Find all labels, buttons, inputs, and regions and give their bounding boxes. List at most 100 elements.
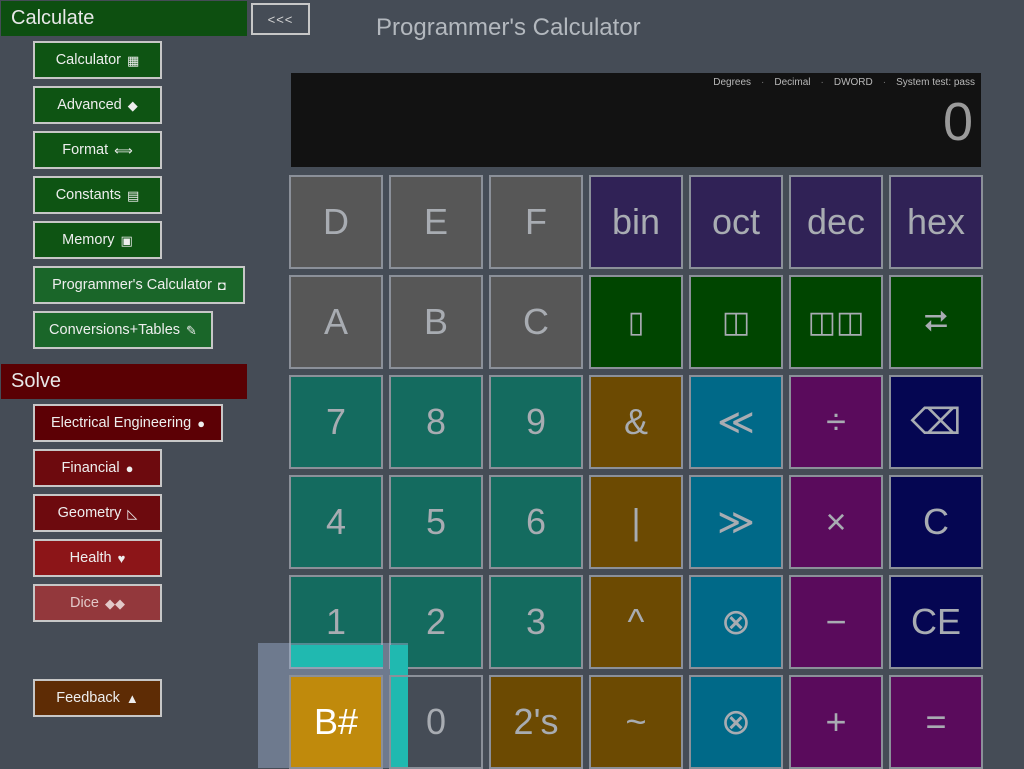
key-twos-complement[interactable]: 2's (489, 675, 583, 769)
key-hex-b[interactable]: B (389, 275, 483, 369)
nav-dice-label: Dice (69, 595, 99, 611)
byte-size-icon: ▯ (627, 305, 645, 339)
nav-format-button[interactable]: Format ⟺ (33, 131, 162, 169)
feedback-button[interactable]: Feedback ▲ (33, 679, 162, 717)
key-digit-9[interactable]: 9 (489, 375, 583, 469)
status-number-base[interactable]: Decimal (774, 77, 810, 88)
nav-constants-label: Constants (55, 187, 121, 203)
nav-financial-button[interactable]: Financial ● (33, 449, 162, 487)
nav-health-button[interactable]: Health ♥ (33, 539, 162, 577)
key-hex-e[interactable]: E (389, 175, 483, 269)
status-bar: Degrees · Decimal · DWORD · System test:… (713, 77, 975, 88)
feedback-label: Feedback (56, 690, 120, 706)
key-clear[interactable]: C (889, 475, 983, 569)
nav-memory-label: Memory (62, 232, 115, 248)
nav-advanced-label: Advanced (57, 97, 122, 113)
key-divide[interactable]: ÷ (789, 375, 883, 469)
calculate-section-header[interactable]: Calculate (1, 1, 247, 36)
nav-advanced-button[interactable]: Advanced ◆ (33, 86, 162, 124)
key-xor[interactable]: ^ (589, 575, 683, 669)
key-shift-left[interactable]: ≪ (689, 375, 783, 469)
status-separator: · (761, 77, 765, 88)
nav-conversions-tables-label: Conversions+Tables (49, 322, 181, 338)
nav-programmers-calculator-button[interactable]: Programmer's Calculator ◘ (33, 266, 245, 304)
left-right-arrow-icon: ⟺ (114, 142, 133, 158)
key-multiply[interactable]: × (789, 475, 883, 569)
focus-highlight-bar (291, 645, 383, 667)
word-size-icon: ◫ (721, 305, 751, 339)
key-decimal-mode[interactable]: dec (789, 175, 883, 269)
nav-electrical-engineering-label: Electrical Engineering (50, 415, 192, 431)
key-byte-size[interactable]: ▯ (589, 275, 683, 369)
key-octal-mode[interactable]: oct (689, 175, 783, 269)
backspace-icon: ⌫ (910, 401, 962, 442)
nav-electrical-engineering-button[interactable]: Electrical Engineering ● (33, 404, 223, 442)
nav-geometry-label: Geometry (57, 505, 122, 521)
person-icon: ▲ (125, 690, 139, 706)
solve-section-header[interactable]: Solve (1, 364, 247, 399)
key-not[interactable]: ~ (589, 675, 683, 769)
display-value: 0 (942, 92, 973, 152)
key-hex-d[interactable]: D (289, 175, 383, 269)
key-backspace[interactable]: ⌫ (889, 375, 983, 469)
key-add[interactable]: + (789, 675, 883, 769)
memory-card-icon: ▣ (120, 232, 133, 248)
set-square-icon: ◺ (127, 505, 138, 521)
nav-dice-button[interactable]: Dice ◆◆ (33, 584, 162, 622)
status-angle-mode[interactable]: Degrees (713, 77, 751, 88)
nav-memory-button[interactable]: Memory ▣ (33, 221, 162, 259)
key-digit-8[interactable]: 8 (389, 375, 483, 469)
key-rotate-right[interactable]: ⊗ (689, 675, 783, 769)
key-word-size[interactable]: ◫ (689, 275, 783, 369)
key-digit-0[interactable]: 0 (389, 675, 483, 769)
back-button[interactable]: <<< (251, 3, 310, 35)
page-title: Programmer's Calculator (376, 14, 641, 41)
key-digit-3[interactable]: 3 (489, 575, 583, 669)
key-hex-a[interactable]: A (289, 275, 383, 369)
key-swap[interactable]: ⮂ (889, 275, 983, 369)
nav-programmers-calculator-label: Programmer's Calculator (52, 277, 213, 293)
calculator-icon: ▦ (126, 52, 140, 68)
key-hexadecimal-mode[interactable]: hex (889, 175, 983, 269)
status-system-test: System test: pass (896, 77, 975, 88)
nav-conversions-tables-button[interactable]: Conversions+Tables ✎ (33, 311, 213, 349)
nav-geometry-button[interactable]: Geometry ◺ (33, 494, 162, 532)
rotate-right-icon: ⊗ (720, 701, 752, 742)
nav-calculator-button[interactable]: Calculator ▦ (33, 41, 162, 79)
key-binary-mode[interactable]: bin (589, 175, 683, 269)
key-digit-6[interactable]: 6 (489, 475, 583, 569)
key-equals[interactable]: = (889, 675, 983, 769)
status-word-size[interactable]: DWORD (834, 77, 873, 88)
nav-calculator-label: Calculator (55, 52, 121, 68)
key-digit-5[interactable]: 5 (389, 475, 483, 569)
nav-constants-button[interactable]: Constants ▤ (33, 176, 162, 214)
key-shift-right[interactable]: ≫ (689, 475, 783, 569)
pencil-icon: ✎ (186, 322, 197, 338)
heart-icon: ♥ (117, 550, 126, 566)
status-separator: · (882, 77, 887, 88)
lightbulb-icon: ● (197, 415, 206, 431)
key-bit-count[interactable]: B# (289, 675, 383, 769)
key-hex-f[interactable]: F (489, 175, 583, 269)
key-subtract[interactable]: − (789, 575, 883, 669)
chip-icon: ◘ (218, 277, 226, 293)
key-digit-7[interactable]: 7 (289, 375, 383, 469)
key-clear-entry[interactable]: CE (889, 575, 983, 669)
status-separator: · (820, 77, 824, 88)
key-or[interactable]: | (589, 475, 683, 569)
graduation-cap-icon: ◆ (127, 97, 138, 113)
dword-size-icon: ◫◫ (807, 305, 865, 339)
calculator-display: Degrees · Decimal · DWORD · System test:… (291, 73, 981, 167)
key-and[interactable]: & (589, 375, 683, 469)
key-hex-c[interactable]: C (489, 275, 583, 369)
money-bag-icon: ● (125, 460, 134, 476)
nav-format-label: Format (62, 142, 109, 158)
key-rotate-left[interactable]: ⊗ (689, 575, 783, 669)
key-digit-4[interactable]: 4 (289, 475, 383, 569)
rotate-left-icon: ⊗ (720, 601, 752, 642)
dice-icon: ◆◆ (105, 595, 125, 611)
swap-arrows-icon: ⮂ (924, 305, 948, 338)
key-dword-size[interactable]: ◫◫ (789, 275, 883, 369)
table-icon: ▤ (127, 187, 140, 203)
nav-financial-label: Financial (61, 460, 120, 476)
